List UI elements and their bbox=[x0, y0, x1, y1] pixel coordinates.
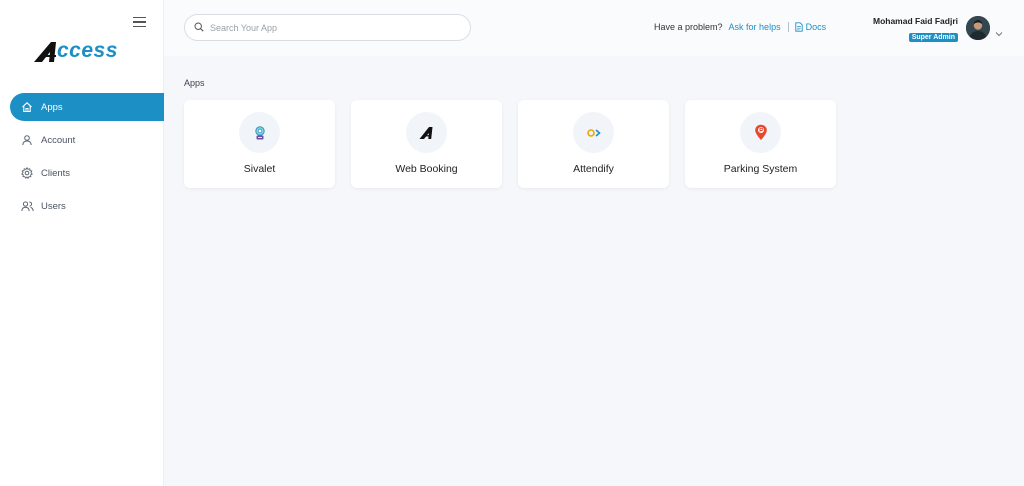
app-card-label: Attendify bbox=[573, 163, 614, 175]
user-name: Mohamad Faid Fadjri bbox=[872, 16, 958, 26]
search-icon bbox=[194, 19, 204, 37]
sidebar: ccess Apps Account Clients Users bbox=[0, 0, 164, 486]
document-icon bbox=[794, 22, 803, 32]
sidebar-item-clients[interactable]: Clients bbox=[10, 159, 164, 187]
app-card-label: Parking System bbox=[723, 163, 798, 175]
sivalet-icon bbox=[239, 112, 280, 153]
section-title: Apps bbox=[184, 78, 205, 88]
sidebar-item-label: Account bbox=[41, 134, 76, 146]
gear-icon bbox=[20, 166, 34, 180]
docs-label: Docs bbox=[805, 22, 827, 32]
chevron-down-icon[interactable] bbox=[995, 24, 1003, 42]
app-card-label: Web Booking bbox=[395, 163, 458, 175]
app-card-label: Sivalet bbox=[243, 163, 276, 175]
home-icon bbox=[20, 100, 34, 114]
attendify-icon bbox=[573, 112, 614, 153]
hamburger-menu-icon[interactable] bbox=[133, 17, 146, 28]
app-card-sivalet[interactable]: Sivalet bbox=[184, 100, 335, 188]
search-input[interactable] bbox=[210, 22, 450, 33]
sidebar-item-label: Users bbox=[41, 200, 66, 212]
sidebar-nav: Apps Account Clients Users bbox=[10, 93, 164, 225]
users-icon bbox=[20, 199, 34, 213]
ask-for-help-link[interactable]: Ask for helps bbox=[729, 22, 781, 32]
parking-pin-icon bbox=[740, 112, 781, 153]
app-card-web-booking[interactable]: Web Booking bbox=[351, 100, 502, 188]
app-cards: Sivalet Web Booking Attendify Parking Sy… bbox=[184, 100, 852, 188]
sidebar-item-account[interactable]: Account bbox=[10, 126, 164, 154]
logo-text: ccess bbox=[57, 39, 118, 62]
sidebar-item-apps[interactable]: Apps bbox=[10, 93, 164, 121]
sidebar-item-label: Clients bbox=[41, 167, 71, 179]
access-logo: ccess bbox=[34, 38, 134, 64]
help-prompt: Have a problem? bbox=[654, 22, 723, 32]
app-card-attendify[interactable]: Attendify bbox=[518, 100, 669, 188]
divider bbox=[787, 22, 789, 32]
web-booking-icon bbox=[406, 112, 447, 153]
user-info[interactable]: Mohamad Faid Fadjri Super Admin bbox=[866, 16, 958, 44]
help-area: Have a problem? Ask for helps Docs bbox=[654, 22, 826, 32]
sidebar-item-users[interactable]: Users bbox=[10, 192, 164, 220]
sidebar-item-label: Apps bbox=[41, 101, 63, 113]
docs-link[interactable]: Docs bbox=[794, 22, 827, 32]
top-header: Have a problem? Ask for helps Docs Moham… bbox=[164, 0, 1024, 56]
app-card-parking-system[interactable]: Parking System bbox=[685, 100, 836, 188]
role-badge: Super Admin bbox=[908, 33, 958, 42]
user-icon bbox=[20, 133, 34, 147]
avatar[interactable] bbox=[966, 16, 990, 40]
search-bar[interactable] bbox=[184, 14, 471, 41]
